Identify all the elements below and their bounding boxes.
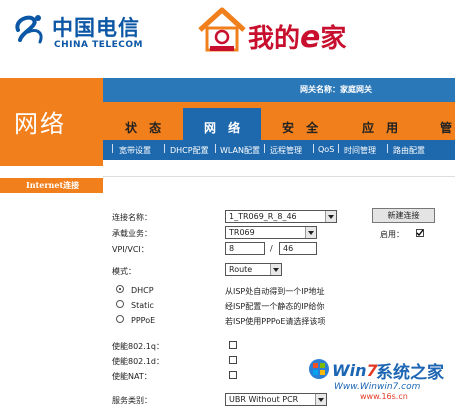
subnav-separator: | [263, 144, 267, 154]
section-title: 网络 [14, 110, 66, 138]
radio-static-desc: 经ISP配置一个静态的IP给你 [225, 302, 325, 311]
windows-logo-icon [308, 358, 330, 383]
subnav-separator: | [337, 144, 341, 154]
dot1d-label: 使能802.1d： [112, 357, 164, 366]
radio-dhcp-desc: 从ISP处自动得到一个IP地址 [225, 287, 325, 296]
watermark-url-secondary: www.16s.cn [360, 392, 408, 401]
subnav-separator: | [214, 144, 218, 154]
radio-pppoe-label: PPPoE [131, 316, 156, 325]
subnav-dhcp[interactable]: DHCP配置 [170, 145, 209, 156]
watermark-cn: 系统之家 [376, 363, 444, 383]
content-divider [103, 176, 455, 177]
ehome-suffix: 家 [320, 24, 347, 54]
subnav-routing[interactable]: 路由配置 [393, 145, 425, 156]
mode-value: Route [229, 265, 253, 274]
enable-checkbox[interactable] [416, 229, 424, 237]
mode-select[interactable]: Route [225, 263, 282, 276]
left-menu-panel [0, 166, 103, 406]
subnav-separator: | [386, 144, 390, 154]
radio-pppoe[interactable] [116, 315, 124, 323]
watermark-brand: Win7 [332, 361, 378, 380]
tab-security[interactable]: 安 全 [282, 119, 322, 136]
chevron-down-icon [325, 211, 336, 222]
dot1d-checkbox[interactable] [229, 356, 237, 364]
radio-pppoe-desc: 若ISP使用PPPoE请选择该项 [225, 317, 326, 326]
tab-management[interactable]: 管 [440, 119, 455, 136]
new-connection-button[interactable]: 新建连接 [372, 208, 435, 223]
vpi-label: VPI/VCI： [112, 245, 149, 254]
ehome-logo-text: 我的e家 [248, 18, 346, 55]
subnav-time[interactable]: 时间管理 [344, 145, 376, 156]
subnav-qos[interactable]: QoS [318, 145, 334, 154]
vci-input[interactable]: 46 [279, 242, 317, 255]
service-class-select[interactable]: UBR Without PCR [225, 393, 327, 406]
tab-network[interactable]: 网 络 [204, 119, 244, 136]
ehome-prefix: 我的 [248, 24, 301, 54]
vpi-input[interactable]: 8 [225, 242, 265, 255]
gateway-name: 网关名称：家庭网关 [300, 85, 372, 94]
subnav-wlan[interactable]: WLAN配置 [220, 145, 260, 156]
subnav-remote[interactable]: 远程管理 [270, 145, 302, 156]
ehome-e: e [300, 20, 321, 55]
service-class-value: UBR Without PCR [229, 395, 299, 404]
ehome-house-icon [196, 6, 248, 57]
enable-label: 启用： [380, 230, 404, 239]
tab-application[interactable]: 应 用 [362, 119, 402, 136]
radio-static-label: Static [131, 301, 154, 310]
nat-label: 使能NAT： [112, 372, 152, 381]
service-class-label: 服务类别： [112, 396, 152, 405]
radio-static[interactable] [116, 300, 124, 308]
conn-name-label: 连接名称： [112, 213, 152, 222]
service-select[interactable]: TR069 [225, 226, 317, 239]
nat-checkbox[interactable] [229, 371, 237, 379]
watermark-url: Www.Winwin7.com [334, 382, 421, 392]
tab-status[interactable]: 状 态 [125, 119, 165, 136]
left-menu-item-internet[interactable]: Internet连接 [26, 180, 79, 191]
radio-dhcp[interactable] [116, 285, 124, 293]
subnav-separator: | [111, 144, 115, 154]
dot1q-label: 使能802.1q： [112, 342, 164, 351]
checkmark-icon [416, 229, 424, 236]
china-telecom-en: CHINA TELECOM [54, 40, 143, 50]
watermark-win: Win [332, 361, 367, 380]
chevron-down-icon [305, 227, 316, 238]
chevron-down-icon [270, 264, 281, 275]
mode-label: 模式： [112, 267, 136, 276]
chevron-down-icon [315, 394, 326, 405]
china-telecom-cn: 中国电信 [52, 16, 140, 40]
subnav-separator: | [312, 144, 316, 154]
vpi-separator: / [270, 244, 273, 253]
subnav-separator: | [163, 144, 167, 154]
subnav-broadband[interactable]: 宽带设置 [119, 145, 151, 156]
service-label: 承载业务： [112, 229, 152, 238]
conn-name-value: 1_TR069_R_8_46 [229, 212, 297, 221]
service-value: TR069 [229, 228, 255, 237]
radio-dhcp-label: DHCP [131, 286, 154, 295]
gateway-bar [103, 78, 455, 102]
dot1q-checkbox[interactable] [229, 341, 237, 349]
china-telecom-logo-icon [12, 10, 50, 51]
conn-name-select[interactable]: 1_TR069_R_8_46 [225, 210, 337, 223]
